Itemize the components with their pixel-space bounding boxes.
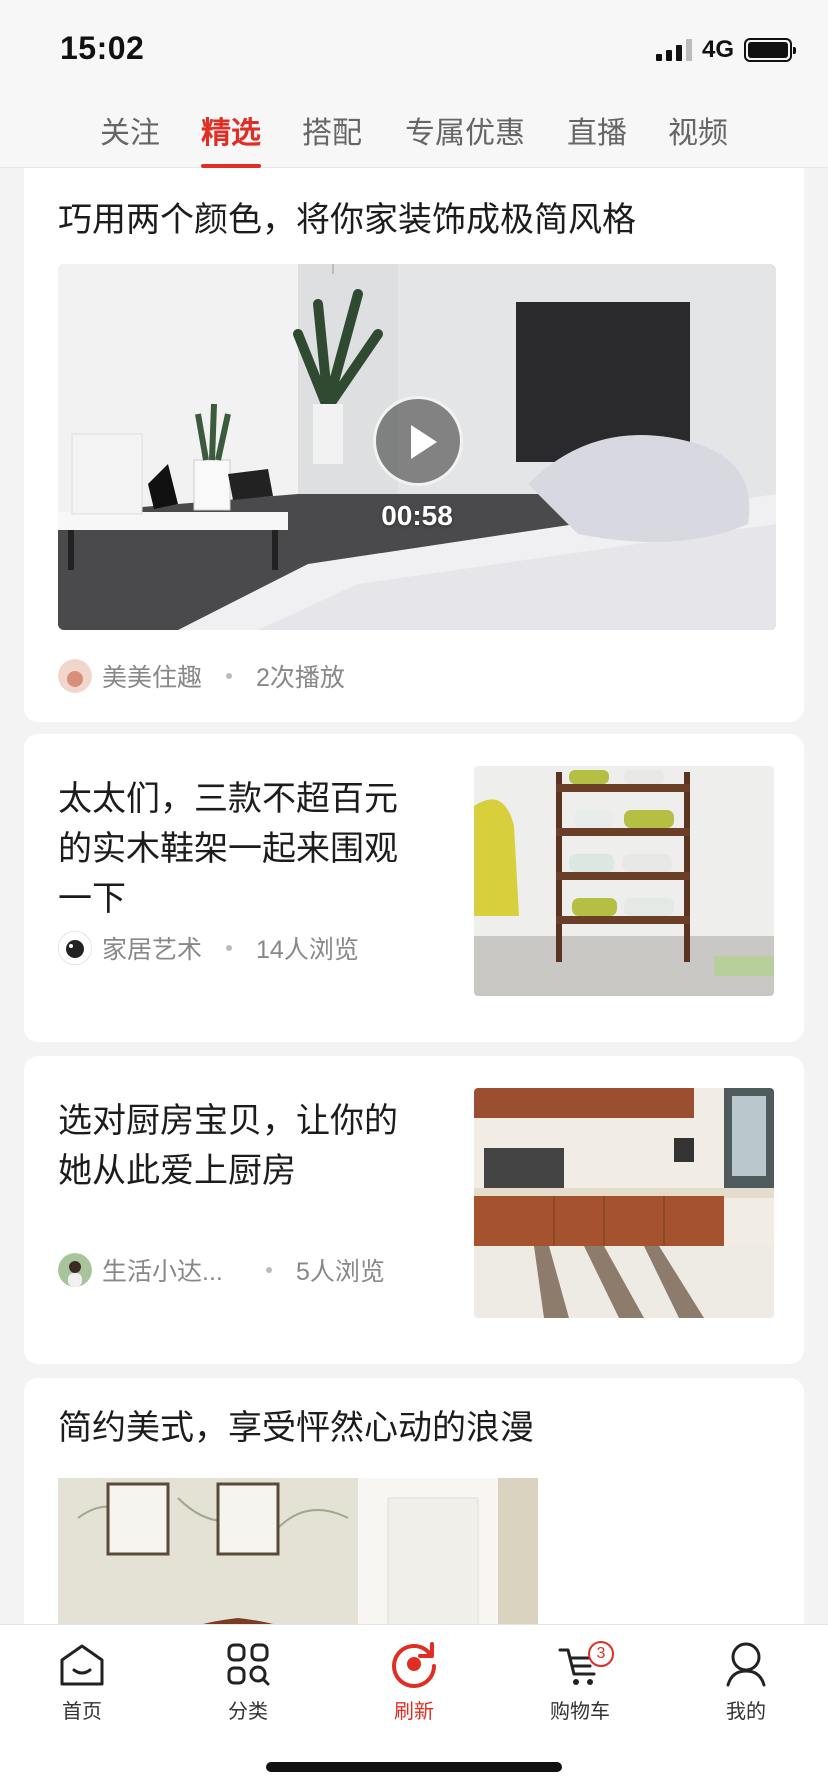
tab-follow[interactable]: 关注 — [100, 108, 160, 168]
category-icon — [227, 1643, 270, 1686]
author-name[interactable]: 生活小达... — [102, 1252, 242, 1288]
cellular-signal-icon — [655, 39, 692, 61]
shoe-rack-image — [474, 766, 774, 996]
refresh-icon — [392, 1642, 436, 1688]
status-indicators: 4G — [655, 36, 796, 64]
network-type: 4G — [701, 36, 734, 63]
battery-icon — [744, 38, 796, 62]
cart-count-badge: 3 — [588, 1641, 614, 1667]
status-time: 15:02 — [60, 30, 145, 66]
article-thumbnail[interactable] — [474, 1088, 774, 1318]
author-name[interactable]: 美美住趣 — [102, 658, 202, 694]
nav-label: 刷新 — [394, 1701, 434, 1723]
article-thumbnail[interactable] — [474, 766, 774, 996]
card-meta: 美美住趣 2次播放 — [58, 658, 345, 694]
card-title: 简约美式，享受怦然心动的浪漫 — [58, 1409, 534, 1447]
card-title: 太太们，三款不超百元的实木鞋架一起来围观一下 — [58, 780, 398, 918]
author-avatar[interactable] — [58, 659, 92, 693]
play-count: 2次播放 — [256, 664, 345, 692]
tab-outfits[interactable]: 搭配 — [302, 108, 362, 168]
kitchen-image — [474, 1088, 774, 1318]
card-title: 巧用两个颜色，将你家装饰成极简风格 — [58, 201, 636, 239]
author-avatar[interactable] — [58, 1253, 92, 1287]
separator-dot — [226, 945, 233, 951]
feed-card-article[interactable]: 选对厨房宝贝，让你的她从此爱上厨房 生活小达... 5人浏览 — [24, 1056, 804, 1364]
home-indicator[interactable] — [266, 1762, 562, 1772]
author-name[interactable]: 家居艺术 — [102, 930, 202, 966]
nav-label: 分类 — [228, 1701, 268, 1723]
feed-card-video[interactable]: 巧用两个颜色，将你家装饰成极简风格 00:58 美美住趣 2次播放 — [24, 168, 804, 722]
separator-dot — [226, 673, 233, 679]
nav-label: 购物车 — [550, 1701, 610, 1723]
tab-video[interactable]: 视频 — [668, 108, 728, 168]
nav-category[interactable]: 分类 — [188, 1637, 308, 1724]
card-title: 选对厨房宝贝，让你的她从此爱上厨房 — [58, 1102, 398, 1190]
tab-exclusive-offers[interactable]: 专属优惠 — [405, 108, 525, 168]
status-bar: 15:02 4G — [0, 0, 828, 96]
card-meta: 生活小达... 5人浏览 — [58, 1252, 385, 1288]
view-count: 5人浏览 — [296, 1258, 385, 1286]
nav-profile[interactable]: 我的 — [686, 1637, 806, 1724]
separator-dot — [266, 1267, 272, 1273]
tab-live[interactable]: 直播 — [567, 108, 627, 168]
nav-label: 首页 — [62, 1701, 102, 1723]
video-duration: 00:58 — [381, 500, 453, 531]
video-thumbnail[interactable]: 00:58 — [58, 264, 776, 630]
nav-home[interactable]: 首页 — [22, 1637, 142, 1724]
nav-label: 我的 — [726, 1701, 766, 1723]
profile-icon — [726, 1642, 766, 1687]
card-meta: 家居艺术 14人浏览 — [58, 930, 359, 966]
author-avatar[interactable] — [58, 931, 92, 965]
tab-featured[interactable]: 精选 — [201, 108, 261, 168]
top-tab-bar: 关注 精选 搭配 专属优惠 直播 视频 — [0, 96, 828, 168]
nav-cart[interactable]: 3 购物车 — [520, 1637, 640, 1724]
view-count: 14人浏览 — [256, 936, 359, 964]
home-icon — [60, 1644, 104, 1686]
feed-card-article[interactable]: 太太们，三款不超百元的实木鞋架一起来围观一下 家居艺术 14人浏览 — [24, 734, 804, 1042]
play-icon[interactable] — [373, 396, 463, 486]
nav-refresh[interactable]: 刷新 — [354, 1637, 474, 1724]
